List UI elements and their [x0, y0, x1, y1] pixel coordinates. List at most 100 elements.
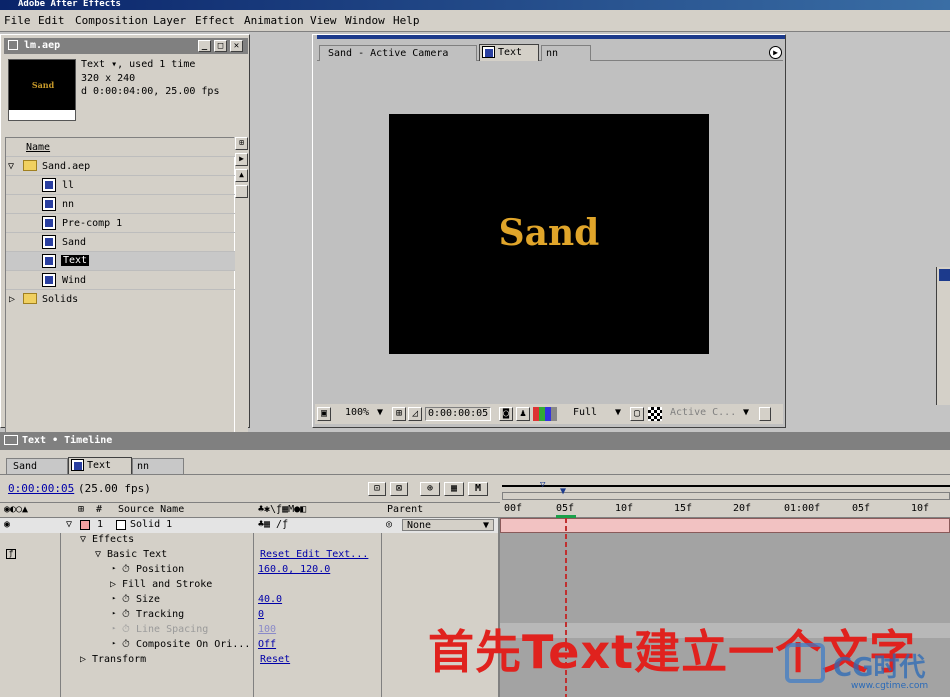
list-item[interactable]: ▷ Solids — [6, 290, 236, 309]
camera-select[interactable]: Active C... — [670, 407, 736, 421]
property-value[interactable]: 40.0 — [258, 594, 282, 605]
property-row[interactable]: ▷ Transform Reset — [0, 653, 498, 668]
collapse-triangle-icon[interactable]: ▷ — [9, 294, 15, 305]
current-time-indicator-icon[interactable]: ▼ — [560, 486, 566, 497]
window-options-icon[interactable] — [759, 407, 771, 421]
parent-select[interactable]: None ▼ — [402, 519, 494, 531]
transparency-grid-icon[interactable] — [648, 407, 662, 421]
expand-triangle-icon[interactable]: ▽ — [8, 161, 14, 172]
scroll-thumb[interactable] — [235, 185, 248, 198]
property-row-disabled[interactable]: ▸ ⏱ Line Spacing 100 — [0, 623, 498, 638]
mask-icon[interactable]: ◿ — [408, 407, 422, 421]
work-area-bar[interactable] — [502, 492, 950, 500]
snapshot-icon[interactable]: ◙ — [499, 407, 513, 421]
scroll-up-icon[interactable]: ▲ — [235, 169, 248, 182]
property-row[interactable]: ▸ ⏱ Position 160.0, 120.0 — [0, 563, 498, 578]
draft-3d-icon[interactable]: ⊕ — [420, 482, 440, 496]
list-item[interactable]: nn — [6, 195, 236, 214]
collapse-triangle-icon[interactable]: ▷ — [80, 654, 86, 665]
motion-blur-icon[interactable]: M — [468, 482, 488, 496]
close-button[interactable]: ✕ — [230, 40, 243, 52]
navigator-start-icon[interactable]: ▽ — [540, 480, 545, 490]
stopwatch-icon[interactable]: ⏱ — [122, 609, 130, 620]
zoom-select[interactable]: 100% — [345, 407, 369, 421]
property-row[interactable]: ▽ Effects — [0, 533, 498, 548]
property-value[interactable]: 160.0, 120.0 — [258, 564, 330, 575]
dropdown-arrow-icon[interactable]: ▼ — [377, 407, 383, 421]
panel-menu-icon[interactable]: ▶ — [769, 46, 782, 59]
expand-triangle-icon[interactable]: ▽ — [80, 534, 86, 545]
maximize-button[interactable]: □ — [214, 40, 227, 52]
scroll-right-icon[interactable]: ▶ — [235, 153, 248, 166]
menu-animation[interactable]: Animation — [244, 14, 304, 27]
layer-duration-bar[interactable] — [500, 518, 950, 533]
property-row[interactable]: ▸ ⏱ Size 40.0 — [0, 593, 498, 608]
list-item[interactable]: ▽ Sand.aep — [6, 157, 236, 176]
expand-triangle-icon[interactable]: ▽ — [95, 549, 101, 560]
stopwatch-icon[interactable]: ⏱ — [122, 624, 130, 635]
label-icon[interactable]: ⊞ — [78, 504, 84, 515]
channels-icon[interactable] — [533, 407, 557, 421]
comp-marker-icon[interactable]: ⊡ — [368, 482, 386, 496]
stopwatch-icon[interactable]: ⏱ — [122, 564, 130, 575]
timeline-tab-sand[interactable]: Sand — [6, 458, 68, 474]
menu-window[interactable]: Window — [345, 14, 385, 27]
timecode-display[interactable]: 0:00:00:05 — [425, 407, 492, 421]
property-row[interactable]: ▸ ⏱ Composite On Ori... Off — [0, 638, 498, 653]
list-item[interactable]: Wind — [6, 271, 236, 290]
project-scrollbar[interactable]: ⊞ ▶ ▲ — [235, 137, 248, 461]
live-update-icon[interactable]: ⊠ — [390, 482, 408, 496]
region-icon[interactable]: ▢ — [630, 407, 644, 421]
property-value[interactable]: Reset — [260, 654, 290, 665]
dropdown-arrow-icon[interactable]: ▼ — [743, 407, 749, 421]
property-value[interactable]: 100 — [258, 624, 276, 635]
menu-file[interactable]: File — [4, 14, 31, 27]
list-item-selected[interactable]: Text — [6, 252, 236, 271]
time-navigator[interactable]: ▽ — [502, 480, 950, 492]
show-snapshot-icon[interactable]: ♟ — [516, 407, 530, 421]
property-value[interactable]: Reset Edit Text... — [260, 549, 368, 560]
safe-zones-icon[interactable]: ⊞ — [392, 407, 406, 421]
timeline-tab-nn[interactable]: nn — [132, 458, 184, 474]
frame-blend-icon[interactable]: ▦ — [444, 482, 464, 496]
menu-view[interactable]: View — [310, 14, 337, 27]
name-column-header[interactable]: Name — [26, 142, 50, 153]
eye-icon[interactable]: ◉ — [4, 519, 10, 530]
property-row[interactable]: ▸ ⏱ Tracking 0 — [0, 608, 498, 623]
list-item[interactable]: Sand — [6, 233, 236, 252]
menu-composition[interactable]: Composition — [75, 14, 148, 27]
property-value[interactable]: Off — [258, 639, 276, 650]
collapse-triangle-icon[interactable]: ▷ — [110, 579, 116, 590]
layer-row[interactable]: ◉ ▽ 1 Solid 1 ♣▦ /ƒ ◎ None ▼ — [0, 518, 498, 533]
menu-effect[interactable]: Effect — [195, 14, 235, 27]
tab-text[interactable]: Text — [479, 44, 539, 61]
list-header[interactable]: Name — [6, 138, 236, 157]
switches-header-icon[interactable]: ♣✱\ƒ▦M●◧ — [258, 504, 306, 515]
tab-sand-camera[interactable]: Sand - Active Camera — [319, 45, 477, 61]
dropdown-arrow-icon[interactable]: ▼ — [615, 407, 621, 421]
preview-icon[interactable]: ▣ — [317, 407, 331, 421]
stopwatch-icon[interactable]: ⏱ — [122, 594, 130, 605]
parent-header[interactable]: Parent — [387, 504, 423, 515]
menu-layer[interactable]: Layer — [153, 14, 186, 27]
effect-switch-icon[interactable]: ƒ — [6, 549, 16, 559]
source-name-header[interactable]: Source Name — [118, 504, 184, 515]
tab-nn[interactable]: nn — [541, 45, 591, 61]
timeline-timecode[interactable]: 0:00:00:05 — [8, 482, 74, 495]
stopwatch-icon[interactable]: ⏱ — [122, 639, 130, 650]
time-ruler[interactable]: 00f 05f 10f 15f 20f 01:00f 05f 10f ▼ — [500, 486, 950, 518]
dropdown-arrow-icon[interactable]: ▼ — [483, 520, 489, 531]
layer-switches-icon[interactable]: ♣▦ /ƒ — [258, 519, 288, 530]
property-row[interactable]: ▷ Fill and Stroke — [0, 578, 498, 593]
layer-name[interactable]: Solid 1 — [130, 519, 172, 530]
resolution-select[interactable]: Full — [573, 407, 597, 421]
minimize-button[interactable]: _ — [198, 40, 211, 52]
menu-edit[interactable]: Edit — [38, 14, 65, 27]
property-row[interactable]: ƒ ▽ Basic Text Reset Edit Text... — [0, 548, 498, 563]
flowchart-icon[interactable]: ⊞ — [235, 137, 248, 150]
list-item[interactable]: ll — [6, 176, 236, 195]
layer-label-color[interactable] — [80, 520, 90, 530]
timeline-tab-text[interactable]: Text — [68, 457, 132, 474]
expand-layer-icon[interactable]: ▽ — [66, 519, 72, 530]
av-switches-icon[interactable]: ◉◐○▲ — [4, 504, 28, 515]
